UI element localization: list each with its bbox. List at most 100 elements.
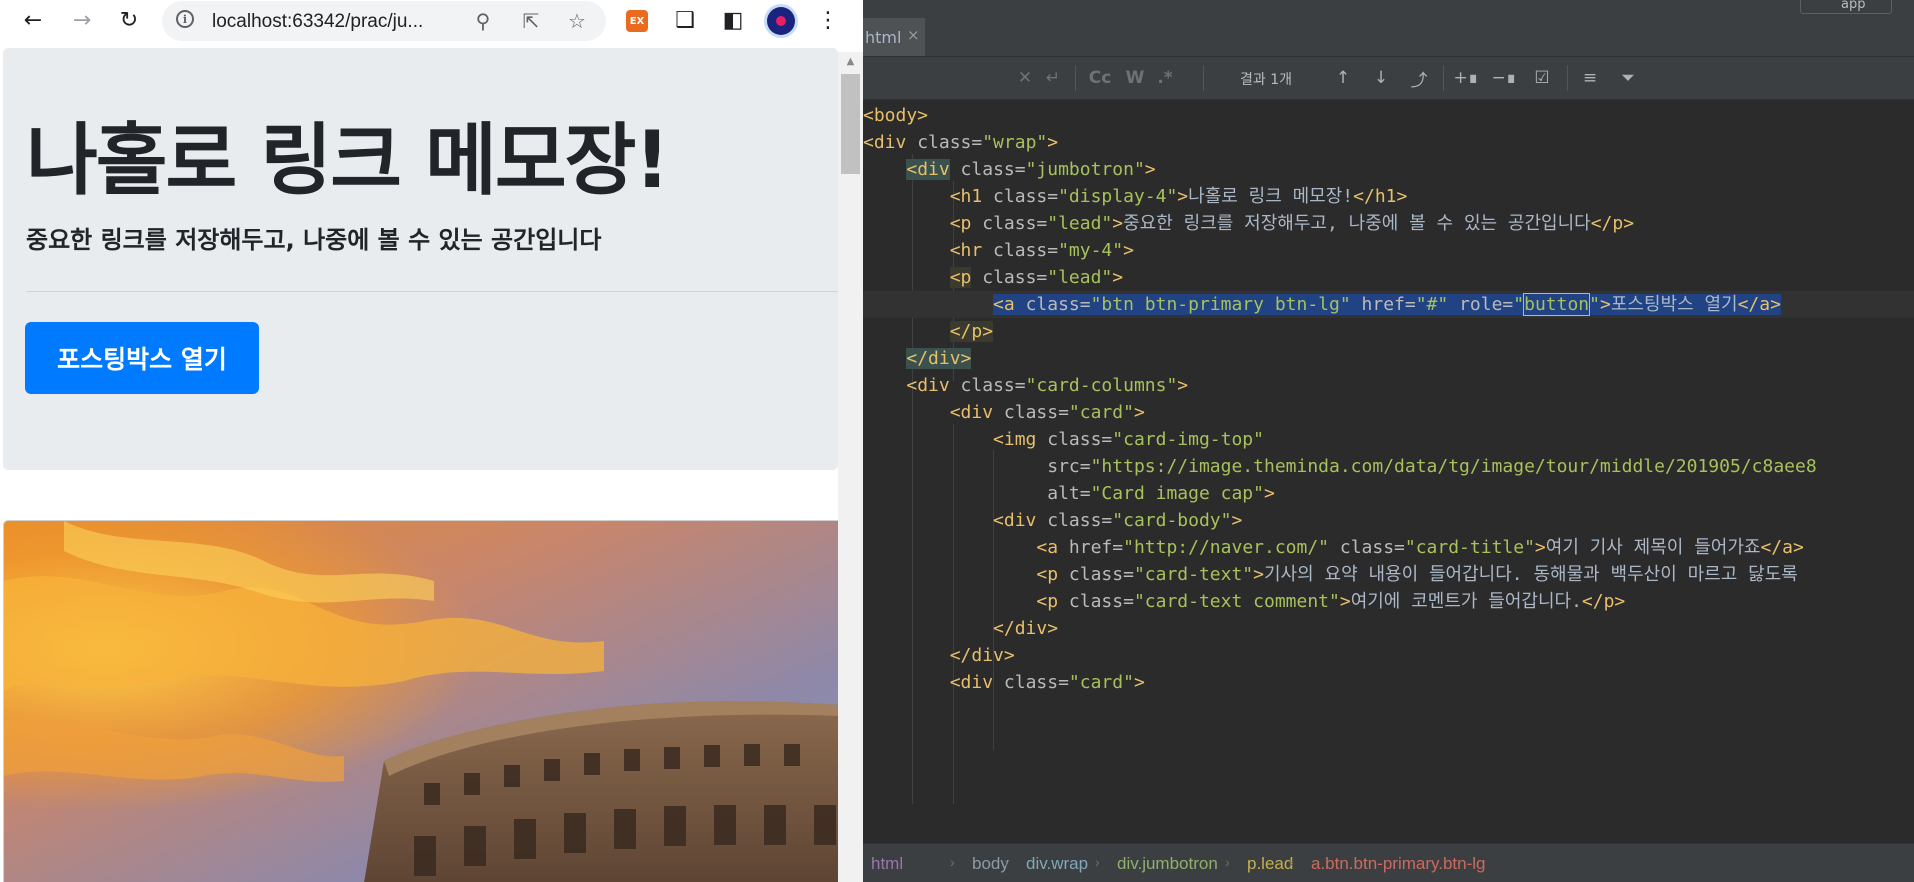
code-line[interactable]: <p class="card-text comment">여기에 코멘트가 들어…: [863, 588, 1914, 615]
code-token: "https://image.theminda.com/data/tg/imag…: [1090, 456, 1817, 477]
code-line-content: </div>: [863, 642, 1015, 669]
code-line[interactable]: <div class="jumbotron">: [863, 156, 1914, 183]
code-token: 여기에 코멘트가 들어갑니다.: [1350, 591, 1582, 612]
code-line[interactable]: </div>: [863, 615, 1914, 642]
code-token: class=: [982, 240, 1059, 261]
pin-icon[interactable]: ⤴: [1407, 67, 1431, 91]
code-line[interactable]: <div class="card">: [863, 399, 1914, 426]
code-line[interactable]: <div class="wrap">: [863, 129, 1914, 156]
code-line[interactable]: <a class="btn btn-primary btn-lg" href="…: [863, 291, 1914, 318]
regex-toggle[interactable]: .*: [1153, 67, 1177, 89]
filter-icon[interactable]: ⏷: [1613, 67, 1643, 89]
code-line-content: <div class="card-columns">: [863, 372, 1188, 399]
code-line[interactable]: <div class="card">: [863, 669, 1914, 696]
editor-tab-html[interactable]: html ×: [863, 18, 925, 56]
code-token: class=: [971, 213, 1048, 234]
code-line[interactable]: <h1 class="display-4">나홀로 링크 메모장!</h1>: [863, 183, 1914, 210]
scrollbar-thumb[interactable]: [841, 74, 860, 174]
code-line[interactable]: <div class="card-columns">: [863, 372, 1914, 399]
code-token: class=: [993, 672, 1069, 693]
separator: [1443, 65, 1444, 91]
new-line-icon[interactable]: ↵: [1043, 67, 1063, 89]
add-occurrence-icon[interactable]: +∎: [1451, 67, 1481, 89]
code-line[interactable]: src="https://image.theminda.com/data/tg/…: [863, 453, 1914, 480]
open-posting-box-button[interactable]: 포스팅박스 열기: [25, 322, 259, 394]
code-token: >: [1177, 186, 1189, 207]
select-all-occurrences-icon[interactable]: ☑: [1527, 67, 1557, 89]
code-line[interactable]: <p class="card-text">기사의 요약 내용이 들어갑니다. 동…: [863, 561, 1914, 588]
code-token: >: [1047, 132, 1059, 153]
side-panel-icon[interactable]: ◧: [716, 4, 750, 38]
share-icon[interactable]: ⇱: [516, 6, 546, 36]
code-line[interactable]: <a href="http://naver.com/" class="card-…: [863, 534, 1914, 561]
code-token: >: [1253, 564, 1264, 585]
code-token: class=: [1058, 591, 1134, 612]
code-line[interactable]: <p class="lead">중요한 링크를 저장해두고, 나중에 볼 수 있…: [863, 210, 1914, 237]
code-token: <p: [949, 267, 972, 288]
code-line[interactable]: <p class="lead">: [863, 264, 1914, 291]
code-line-content: <img class="card-img-top": [863, 426, 1264, 453]
code-editor[interactable]: <body> <div class="wrap"> <div class="jum…: [863, 100, 1914, 840]
breadcrumb-item[interactable]: div.wrap: [1026, 854, 1088, 874]
next-occurrence-icon[interactable]: ↓: [1369, 67, 1393, 89]
chevron-right-icon: ›: [1225, 854, 1230, 870]
code-token: <p: [949, 213, 972, 234]
code-line[interactable]: <img class="card-img-top": [863, 426, 1914, 453]
code-line[interactable]: <hr class="my-4">: [863, 237, 1914, 264]
code-line-content: <p class="card-text">기사의 요약 내용이 들어갑니다. 동…: [863, 561, 1797, 588]
code-line[interactable]: alt="Card image cap">: [863, 480, 1914, 507]
open-in-window-icon[interactable]: ≡: [1575, 67, 1605, 89]
separator: [1203, 65, 1204, 91]
code-line[interactable]: </div>: [863, 345, 1914, 372]
kebab-menu-icon[interactable]: ⋮: [811, 4, 845, 38]
address-bar[interactable]: i localhost:63342/prac/ju... ⚲ ⇱ ☆: [162, 1, 606, 41]
code-token: >: [1599, 294, 1611, 315]
clear-search-icon[interactable]: ✕: [1015, 67, 1035, 89]
breadcrumb-item[interactable]: div.jumbotron: [1117, 854, 1218, 874]
code-token: <div: [906, 375, 950, 396]
breadcrumb: html › body › div.wrap › div.jumbotron › p.lead ›…: [863, 843, 1914, 882]
code-token: >: [1231, 510, 1243, 531]
breadcrumb-item[interactable]: a.btn.btn-primary.btn-lg: [1311, 854, 1485, 874]
remove-occurrence-icon[interactable]: −∎: [1489, 67, 1519, 89]
page-lead: 중요한 링크를 저장해두고, 나중에 볼 수 있는 공간입니다: [26, 226, 602, 254]
code-line[interactable]: </div>: [863, 642, 1914, 669]
url-text[interactable]: localhost:63342/prac/ju...: [212, 11, 423, 33]
breadcrumb-item[interactable]: p.lead: [1247, 854, 1293, 874]
code-tokens: alt="Card image cap">: [1047, 483, 1275, 504]
forward-arrow-icon[interactable]: →: [65, 4, 99, 38]
browser-window: ← → ↻ i localhost:63342/prac/ju... ⚲ ⇱ ☆…: [0, 0, 863, 882]
code-token: class=: [982, 186, 1059, 207]
puzzle-icon[interactable]: ❑: [668, 4, 702, 38]
code-token: "btn btn-primary btn-lg": [1090, 294, 1351, 315]
run-config-selector[interactable]: app: [1800, 0, 1892, 14]
divider: [26, 291, 838, 292]
reload-icon[interactable]: ↻: [112, 4, 146, 38]
zoom-icon[interactable]: ⚲: [468, 6, 498, 36]
previous-occurrence-icon[interactable]: ↑: [1331, 67, 1355, 89]
chevron-right-icon: ›: [950, 854, 955, 870]
breadcrumb-item[interactable]: html: [871, 854, 903, 874]
code-line-content: <a href="http://naver.com/" class="card-…: [863, 534, 1803, 561]
code-line-content: </div>: [863, 615, 1058, 642]
close-icon[interactable]: ×: [907, 26, 920, 44]
scroll-up-arrow-icon[interactable]: ▲: [838, 52, 863, 70]
code-line[interactable]: </p>: [863, 318, 1914, 345]
code-tokens: <p class="card-text comment">여기에 코멘트가 들어…: [1036, 591, 1625, 612]
code-token: </a>: [1737, 294, 1781, 315]
star-icon[interactable]: ☆: [562, 6, 592, 36]
page-scrollbar[interactable]: ▲: [838, 52, 863, 882]
whole-word-toggle[interactable]: W: [1123, 67, 1147, 89]
code-token: <p: [1036, 564, 1059, 585]
code-line[interactable]: <body>: [863, 102, 1914, 129]
back-arrow-icon[interactable]: ←: [16, 4, 50, 38]
extension-icon[interactable]: EX: [626, 10, 648, 32]
match-case-toggle[interactable]: Cc: [1085, 67, 1115, 89]
site-info-icon[interactable]: i: [176, 10, 194, 28]
profile-avatar[interactable]: [767, 7, 795, 35]
code-token: >: [1144, 159, 1156, 180]
code-line[interactable]: <div class="card-body">: [863, 507, 1914, 534]
